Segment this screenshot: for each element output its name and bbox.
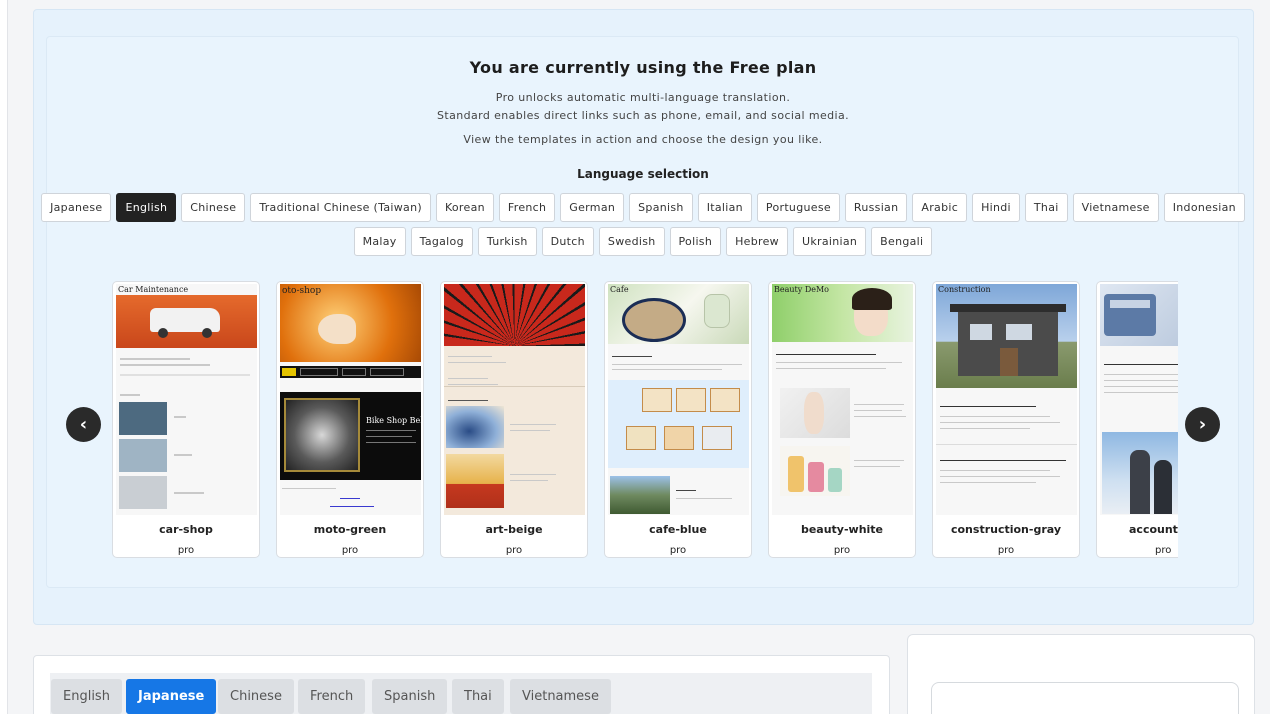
language-option-french[interactable]: French <box>498 193 556 222</box>
tab-thai[interactable]: Thai <box>452 679 504 714</box>
template-card-construction-gray[interactable]: Construction construction-gray pro <box>932 281 1080 558</box>
carousel-prev-button[interactable]: ‹ <box>66 407 101 442</box>
template-tier: pro <box>341 545 359 556</box>
language-option-thai[interactable]: Thai <box>1024 193 1068 222</box>
language-option-chinese[interactable]: Chinese <box>181 193 246 222</box>
template-name: moto-green <box>313 523 387 536</box>
template-card-art-beige[interactable]: art-beige pro <box>440 281 588 558</box>
tab-japanese[interactable]: Japanese <box>126 679 217 714</box>
template-thumbnail: Construction <box>936 284 1077 515</box>
language-option-english[interactable]: English <box>116 193 177 222</box>
template-card-accountant[interactable]: accountan pro <box>1096 281 1178 558</box>
template-name: accountan <box>1129 523 1178 536</box>
language-selection-heading: Language selection <box>577 167 709 181</box>
language-option-german[interactable]: German <box>560 193 625 222</box>
language-option-malay[interactable]: Malay <box>353 227 406 256</box>
carousel-next-button[interactable]: › <box>1185 407 1220 442</box>
template-thumbnail: Beauty DeMo <box>772 284 913 515</box>
language-option-swedish[interactable]: Swedish <box>598 227 665 256</box>
thumb-header: Car Maintenance <box>118 285 189 294</box>
language-option-indonesian[interactable]: Indonesian <box>1163 193 1245 222</box>
language-option-japanese[interactable]: Japanese <box>41 193 112 222</box>
language-option-ukrainian[interactable]: Ukrainian <box>792 227 867 256</box>
plan-title: You are currently using the Free plan <box>469 58 817 77</box>
template-name: construction-gray <box>950 523 1062 536</box>
side-panel-field[interactable] <box>931 682 1239 714</box>
left-rail <box>0 0 8 714</box>
template-thumbnail: Car Maintenance <box>116 284 257 515</box>
chevron-left-icon: ‹ <box>79 414 88 435</box>
language-option-bengali[interactable]: Bengali <box>871 227 933 256</box>
thumb-header: Beauty DeMo <box>774 285 829 294</box>
template-tier: pro <box>177 545 195 556</box>
tab-spanish[interactable]: Spanish <box>372 679 448 714</box>
template-thumbnail <box>444 284 585 515</box>
template-carousel: Car Maintenance car-shop pro oto-shop Bi… <box>112 281 1178 561</box>
language-row-1: Japanese English Chinese Traditional Chines… <box>0 193 1270 222</box>
template-name: car-shop <box>159 523 213 536</box>
plan-desc-standard: Standard enables direct links such as ph… <box>436 109 850 122</box>
template-thumbnail <box>1100 284 1178 515</box>
language-option-vietnamese[interactable]: Vietnamese <box>1072 193 1159 222</box>
language-option-spanish[interactable]: Spanish <box>629 193 693 222</box>
language-option-russian[interactable]: Russian <box>844 193 908 222</box>
language-option-portuguese[interactable]: Portuguese <box>756 193 840 222</box>
language-option-polish[interactable]: Polish <box>669 227 722 256</box>
chevron-right-icon: › <box>1198 414 1207 435</box>
template-name: art-beige <box>485 523 543 536</box>
template-thumbnail: Cafe <box>608 284 749 515</box>
thumb-caption: Bike Shop Bebhe <box>366 416 421 425</box>
tab-chinese[interactable]: Chinese <box>218 679 294 714</box>
language-option-korean[interactable]: Korean <box>435 193 494 222</box>
template-card-car-shop[interactable]: Car Maintenance car-shop pro <box>112 281 260 558</box>
plan-desc-templates: View the templates in action and choose … <box>463 133 823 146</box>
language-row-2: Malay Tagalog Turkish Dutch Swedish Polish Heb… <box>0 227 1270 256</box>
language-option-hebrew[interactable]: Hebrew <box>726 227 788 256</box>
template-tier: pro <box>833 545 851 556</box>
language-option-arabic[interactable]: Arabic <box>912 193 968 222</box>
language-option-italian[interactable]: Italian <box>697 193 752 222</box>
template-card-cafe-blue[interactable]: Cafe cafe-blue pro <box>604 281 752 558</box>
thumb-header: Cafe <box>610 285 629 294</box>
language-option-tagalog[interactable]: Tagalog <box>410 227 473 256</box>
tab-vietnamese[interactable]: Vietnamese <box>510 679 611 714</box>
thumb-header: Construction <box>938 285 991 294</box>
template-card-beauty-white[interactable]: Beauty DeMo beauty-white pro <box>768 281 916 558</box>
template-tier: pro <box>669 545 687 556</box>
language-option-traditional-chinese-taiwan[interactable]: Traditional Chinese (Taiwan) <box>250 193 431 222</box>
template-tier: pro <box>1155 545 1172 556</box>
tab-french[interactable]: French <box>298 679 366 714</box>
template-thumbnail: oto-shop Bike Shop Bebhe <box>280 284 421 515</box>
plan-desc-pro: Pro unlocks automatic multi-language tra… <box>495 91 791 104</box>
language-option-dutch[interactable]: Dutch <box>541 227 594 256</box>
language-option-turkish[interactable]: Turkish <box>477 227 537 256</box>
template-name: beauty-white <box>800 523 884 536</box>
template-tier: pro <box>505 545 523 556</box>
template-tier: pro <box>997 545 1015 556</box>
template-name: cafe-blue <box>649 523 707 536</box>
language-option-hindi[interactable]: Hindi <box>972 193 1020 222</box>
tab-english[interactable]: English <box>51 679 122 714</box>
thumb-header: oto-shop <box>282 286 322 296</box>
template-card-moto-green[interactable]: oto-shop Bike Shop Bebhe moto-green pro <box>276 281 424 558</box>
